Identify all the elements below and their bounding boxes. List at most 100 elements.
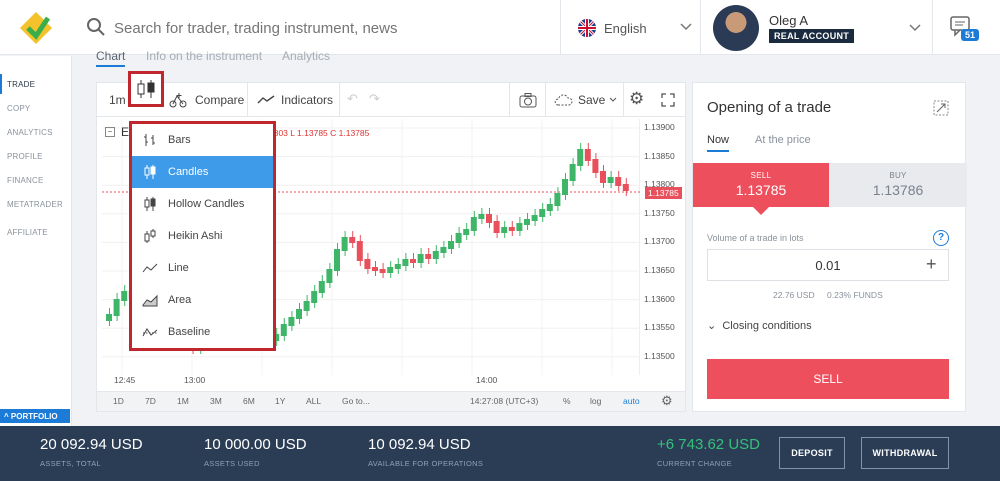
collapse-toggle[interactable]: − [105,127,115,137]
search-input[interactable] [114,16,534,40]
auto-toggle[interactable]: auto [623,396,640,406]
menu-item-heikin-ashi[interactable]: Heikin Ashi [132,220,273,252]
candle [615,177,622,186]
heikin-ashi-icon [144,229,156,243]
notification-badge: 51 [961,29,980,41]
sidebar-item-profile[interactable]: PROFILE [7,152,43,161]
uk-flag-icon [578,19,596,37]
chart-type-button[interactable] [128,71,164,107]
range-1d[interactable]: 1D [113,396,124,406]
range-6m[interactable]: 6M [243,396,255,406]
chart-toolbar: 1m Compare Indicators ↶ ↷ Save ⚙ [97,83,685,117]
menu-item-hollow-candles[interactable]: Hollow Candles [132,188,273,220]
menu-item-candles[interactable]: Candles [132,156,273,188]
chevron-down-icon[interactable] [680,23,692,31]
logo[interactable] [18,10,54,46]
divider [932,0,933,55]
sidebar-item-finance[interactable]: FINANCE [7,176,44,185]
sidebar-item-analytics[interactable]: ANALYTICS [7,128,53,137]
divider [545,83,546,117]
sidebar-item-trade[interactable]: TRADE [7,80,35,89]
range-1m[interactable]: 1M [177,396,189,406]
line-icon [142,263,158,273]
menu-item-area[interactable]: Area [132,284,273,316]
candle [440,247,447,253]
hollow-candles-icon [144,197,156,211]
cloud-icon[interactable] [553,93,573,107]
menu-item-line[interactable]: Line [132,252,273,284]
divider [247,83,248,117]
tab-now[interactable]: Now [707,134,730,152]
menu-item-label: Candles [168,166,209,178]
sidebar-item-affiliate[interactable]: AFFILIATE [7,228,48,237]
price-label: 1.13650 [644,265,675,275]
candle [562,179,568,195]
current-change-value: +6 743.62 USD [657,436,760,453]
assets-total-label: ASSETS, TOTAL [40,459,102,468]
gear-icon[interactable]: ⚙ [661,393,673,409]
compare-button[interactable]: Compare [195,93,244,107]
sidebar-item-metatrader[interactable]: METATRADER [7,200,63,209]
user-menu[interactable]: Oleg A REAL ACCOUNT [713,5,923,51]
log-toggle[interactable]: log [590,396,601,406]
tab-analytics[interactable]: Analytics [282,49,330,63]
range-3m[interactable]: 3M [210,396,222,406]
menu-item-label: Bars [168,134,191,146]
candle [516,223,523,231]
camera-icon[interactable] [519,92,537,108]
divider [700,0,701,55]
portfolio-tab[interactable]: ^ PORTFOLIO [0,409,70,423]
fullscreen-icon[interactable] [661,93,675,107]
save-button[interactable]: Save [578,93,605,107]
search-icon[interactable] [86,17,106,37]
indicators-button[interactable]: Indicators [281,93,333,107]
percent-toggle[interactable]: % [563,396,571,406]
chart-type-menu: Bars Candles Hollow Candles Heikin Ashi … [129,121,276,351]
redo-icon[interactable]: ↷ [369,91,380,107]
deposit-button[interactable]: DEPOSIT [779,437,845,469]
menu-item-label: Area [168,294,192,306]
withdrawal-button[interactable]: WITHDRAWAL [861,437,949,469]
gear-icon[interactable]: ⚙ [629,89,644,109]
help-icon[interactable]: ? [933,230,949,246]
tab-at-the-price[interactable]: At the price [755,134,811,146]
language-selector[interactable]: English [578,18,647,38]
menu-item-bars[interactable]: Bars [132,124,273,156]
avatar [713,5,759,51]
candle [372,267,378,271]
chevron-down-icon[interactable] [909,24,921,32]
volume-label: Volume of a trade in lots [707,233,804,243]
candle [311,291,318,303]
indicators-icon[interactable] [257,95,275,105]
menu-item-label: Baseline [168,326,211,338]
candle [387,267,394,273]
buy-price-box[interactable]: BUY 1.13786 [829,163,967,207]
price-axis[interactable]: 1.13900 1.13850 1.13800 1.13750 1.13700 1.136… [640,119,684,375]
price-label: 1.13600 [644,293,675,304]
sell-price-box[interactable]: SELL 1.13785 [693,163,829,207]
expand-icon[interactable] [933,100,949,116]
candle [280,324,287,336]
sell-button[interactable]: SELL [707,359,949,399]
undo-icon[interactable]: ↶ [347,91,358,107]
goto-button[interactable]: Go to... [342,396,370,406]
volume-input[interactable] [707,249,949,281]
menu-item-baseline[interactable]: Baseline [132,316,273,348]
candle [402,259,409,266]
closing-conditions-toggle[interactable]: ⌄ Closing conditions [707,319,812,332]
sidebar-item-copy[interactable]: COPY [7,104,30,113]
interval-button[interactable]: 1m [109,93,126,107]
compare-icon[interactable] [169,92,187,108]
range-1y[interactable]: 1Y [275,396,285,406]
tab-info[interactable]: Info on the instrument [146,49,262,63]
candle [524,219,530,225]
time-axis[interactable]: 12:45 13:00 14:00 [102,375,640,387]
tab-chart[interactable]: Chart [96,49,126,67]
chevron-down-icon[interactable] [609,97,617,103]
range-all[interactable]: ALL [306,396,321,406]
range-bar: 1D 7D 1M 3M 6M 1Y ALL Go to... 14:27:08 … [97,391,685,411]
candle [106,314,112,321]
plus-icon[interactable]: + [926,254,937,275]
price-label: 1.13850 [644,150,675,161]
range-7d[interactable]: 7D [145,396,156,406]
